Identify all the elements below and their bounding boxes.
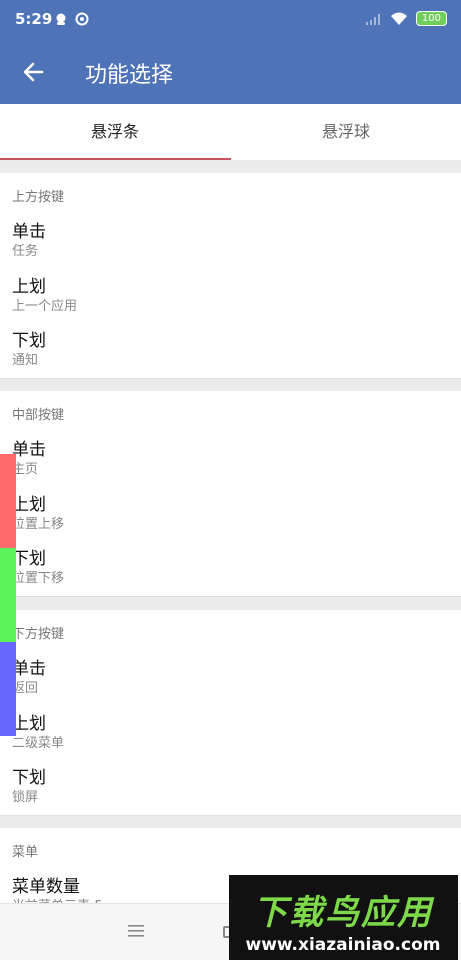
section-top-key: 上方按键 单击 任务 上划 上一个应用 下划 通知: [0, 173, 461, 379]
wifi-icon: [390, 12, 407, 25]
floating-bar-middle-key[interactable]: [0, 548, 16, 642]
floating-bar-top-key[interactable]: [0, 454, 16, 548]
signal-icon: [365, 13, 380, 25]
item-title: 单击: [12, 440, 46, 460]
section-title: 上方按键: [12, 190, 65, 205]
item-title: 下划: [12, 768, 46, 788]
tab-indicator: [0, 158, 231, 160]
section-title: 菜单: [12, 845, 39, 860]
tab-bar: 悬浮条 悬浮球: [0, 104, 461, 160]
item-title: 上划: [12, 714, 46, 734]
item-subtitle: 任务: [12, 244, 39, 259]
item-subtitle: 上一个应用: [12, 299, 78, 314]
menu-icon[interactable]: [128, 924, 144, 938]
app-bar: 功能选择: [0, 40, 461, 104]
battery-indicator: 100: [415, 11, 447, 26]
item-title: 单击: [12, 659, 46, 679]
status-time: 5:29: [15, 10, 53, 28]
item-subtitle: 通知: [12, 353, 39, 368]
section-title: 下方按键: [12, 627, 65, 642]
section-middle-key: 中部按键 单击 主页 上划 位置上移 下划 位置下移: [0, 391, 461, 597]
item-subtitle: 锁屏: [12, 790, 39, 805]
back-arrow-icon[interactable]: [20, 58, 48, 86]
item-title: 下划: [12, 549, 46, 569]
watermark-url: www.xiazainiao.com: [245, 935, 441, 955]
watermark-logo: 下载鸟应用 www.xiazainiao.com: [229, 875, 458, 960]
item-title: 下划: [12, 331, 46, 351]
floating-bar-bottom-key[interactable]: [0, 642, 16, 736]
page-title: 功能选择: [85, 63, 174, 88]
item-subtitle: 位置上移: [12, 517, 65, 532]
watermark-title: 下载鸟应用: [253, 893, 433, 933]
item-title: 上划: [12, 495, 46, 515]
tab-floating-bar[interactable]: 悬浮条: [0, 104, 230, 160]
section-title: 中部按键: [12, 408, 65, 423]
item-title: 上划: [12, 277, 46, 297]
tab-floating-ball[interactable]: 悬浮球: [231, 104, 461, 160]
item-subtitle: 位置下移: [12, 571, 65, 586]
item-subtitle: 二级菜单: [12, 736, 65, 751]
notification-icon: [56, 13, 66, 25]
sync-icon: [75, 12, 89, 26]
status-bar: 5:29 100: [0, 0, 461, 40]
item-title: 菜单数量: [12, 877, 80, 897]
item-title: 单击: [12, 222, 46, 242]
section-bottom-key: 下方按键 单击 返回 上划 二级菜单 下划 锁屏: [0, 610, 461, 816]
